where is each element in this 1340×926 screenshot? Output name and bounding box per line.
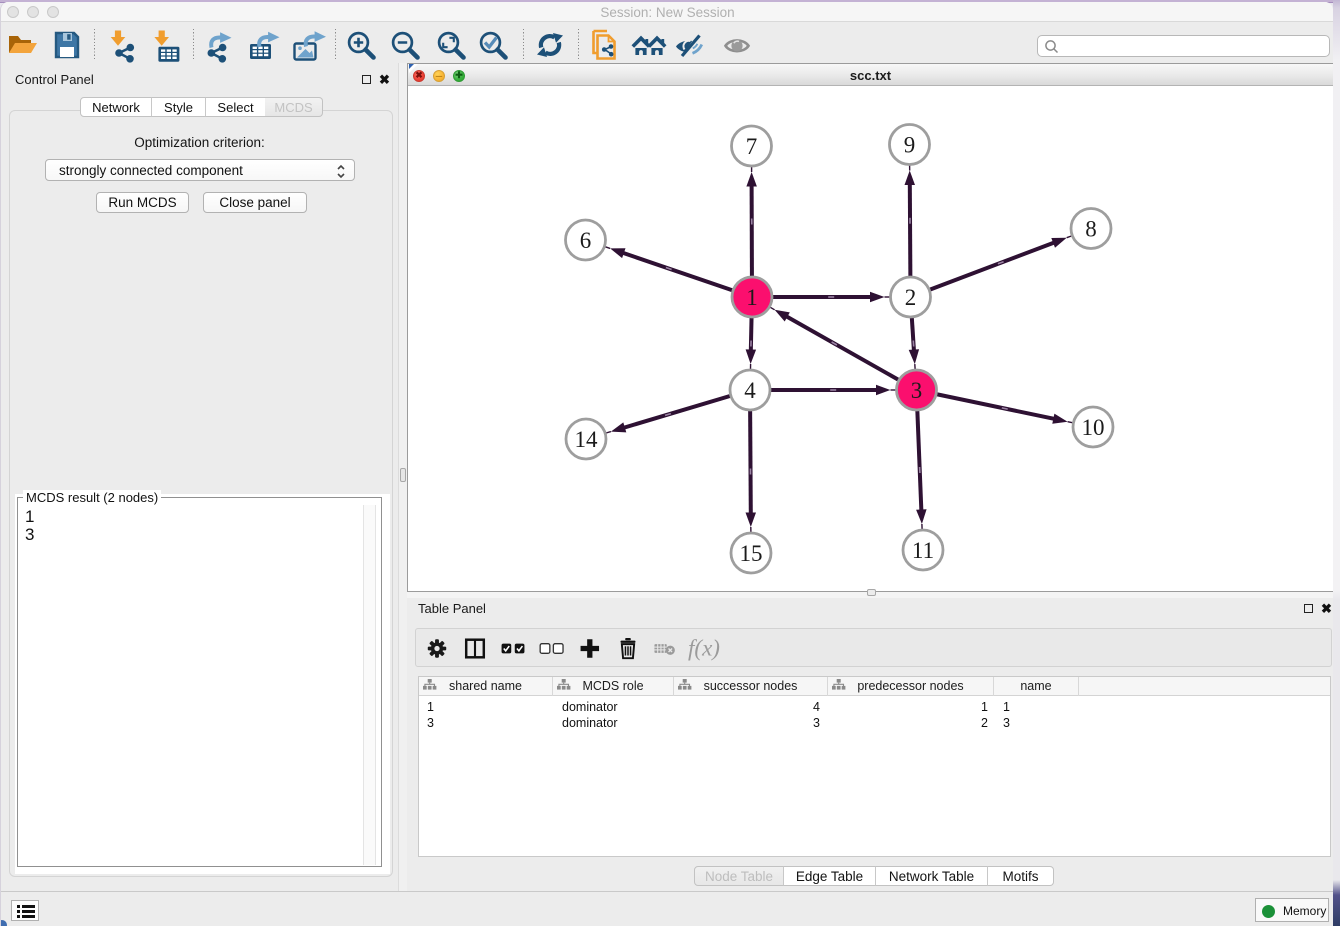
svg-text:3: 3 xyxy=(911,378,923,403)
svg-text:14: 14 xyxy=(575,427,599,452)
svg-text:4: 4 xyxy=(744,378,756,403)
svg-text:7: 7 xyxy=(746,134,758,159)
svg-text:10: 10 xyxy=(1082,415,1105,440)
svg-text:6: 6 xyxy=(580,228,592,253)
svg-text:11: 11 xyxy=(912,538,934,563)
svg-text:8: 8 xyxy=(1085,217,1097,242)
svg-text:1: 1 xyxy=(746,285,758,310)
svg-text:2: 2 xyxy=(905,285,917,310)
svg-text:f(x): f(x) xyxy=(688,636,720,661)
svg-text:9: 9 xyxy=(904,133,916,158)
svg-text:15: 15 xyxy=(740,541,763,566)
